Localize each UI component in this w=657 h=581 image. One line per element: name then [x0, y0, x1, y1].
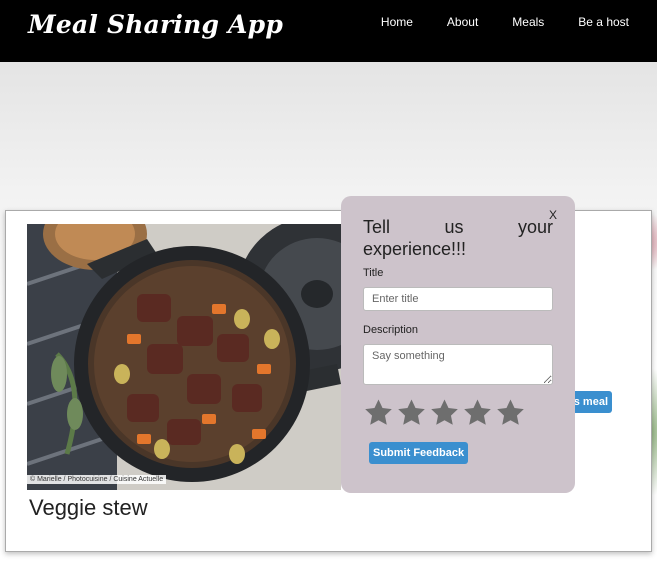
nav-be-a-host[interactable]: Be a host: [544, 15, 629, 29]
star-icon[interactable]: [462, 396, 493, 430]
nav-about[interactable]: About: [413, 15, 478, 29]
rating-stars: [363, 396, 526, 430]
star-icon[interactable]: [363, 396, 394, 430]
feedback-modal: X Tell us your experience!!! Title Descr…: [341, 196, 575, 493]
star-icon[interactable]: [396, 396, 427, 430]
app-logo[interactable]: Meal Sharing App: [28, 10, 283, 39]
meal-image: © Marielle / Photocuisine / Cuisine Actu…: [27, 224, 341, 490]
description-input[interactable]: [363, 344, 553, 385]
feedback-heading: Tell us your experience!!!: [363, 217, 553, 259]
description-label: Description: [363, 324, 419, 336]
photo-credit: © Marielle / Photocuisine / Cuisine Actu…: [27, 475, 167, 484]
nav-meals[interactable]: Meals: [478, 15, 544, 29]
title-label: Title: [363, 267, 384, 279]
nav-menu: Home About Meals Be a host: [347, 15, 629, 29]
top-navbar: Meal Sharing App Home About Meals Be a h…: [0, 0, 657, 62]
title-input[interactable]: [363, 287, 553, 311]
star-icon[interactable]: [495, 396, 526, 430]
meal-title: Veggie stew: [29, 495, 148, 520]
nav-home[interactable]: Home: [347, 15, 413, 29]
star-icon[interactable]: [429, 396, 460, 430]
stew-pot-illustration: [27, 224, 341, 490]
submit-feedback-button[interactable]: Submit Feedback: [369, 442, 469, 464]
